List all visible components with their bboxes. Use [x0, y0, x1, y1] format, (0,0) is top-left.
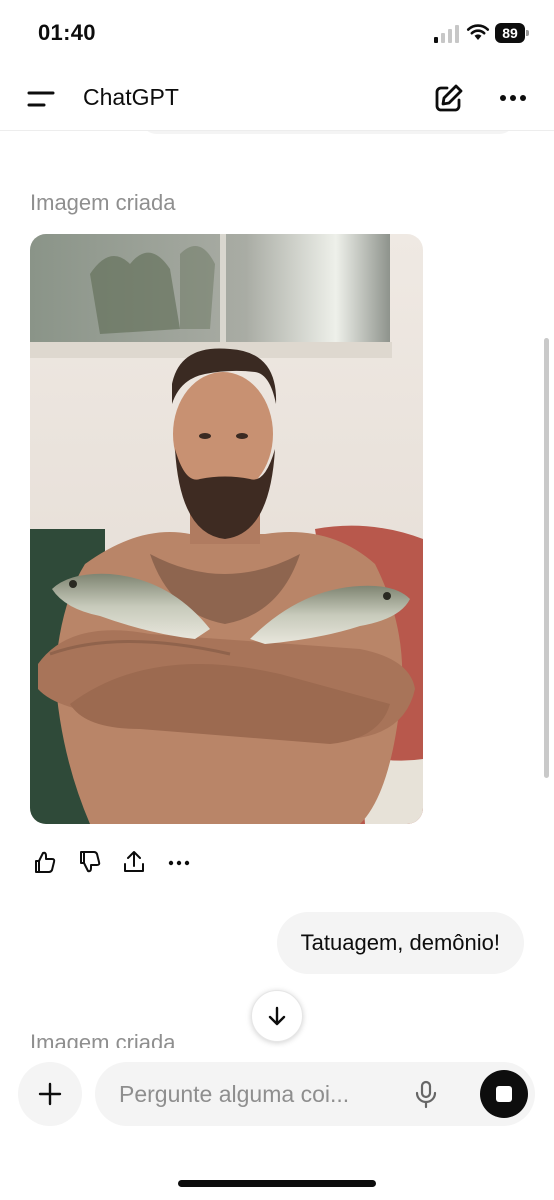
stop-icon	[496, 1086, 512, 1102]
thumbs-down-icon[interactable]	[75, 848, 103, 876]
cellular-signal-icon	[434, 25, 460, 43]
arrow-down-icon	[268, 1006, 286, 1026]
app-header: ChatGPT	[0, 68, 554, 131]
microphone-icon[interactable]	[410, 1078, 442, 1110]
image-created-label: Imagem criada	[30, 190, 176, 215]
stop-generating-button[interactable]	[480, 1070, 528, 1118]
more-options-icon[interactable]	[494, 80, 532, 116]
message-input[interactable]: Pergunte alguma coi...	[95, 1062, 535, 1126]
attach-button[interactable]	[18, 1062, 82, 1126]
chat-thread[interactable]: Imagem criada Tatuagem, demônio! Imagem …	[0, 130, 554, 1048]
new-chat-icon[interactable]	[430, 80, 466, 116]
generated-image[interactable]	[30, 234, 423, 824]
more-icon[interactable]	[165, 848, 193, 876]
scroll-to-bottom-button[interactable]	[251, 990, 303, 1042]
menu-icon[interactable]	[22, 82, 62, 116]
wifi-icon	[466, 24, 490, 40]
user-message-bubble: Tatuagem, demônio!	[276, 912, 524, 974]
composer: Pergunte alguma coi...	[0, 1048, 554, 1200]
image-created-label: Imagem criada	[30, 1030, 176, 1048]
scrollbar[interactable]	[544, 338, 549, 778]
battery-icon: 89	[495, 23, 529, 43]
share-icon[interactable]	[120, 848, 148, 876]
input-placeholder: Pergunte alguma coi...	[119, 1081, 350, 1107]
home-indicator	[178, 1180, 376, 1187]
app-title: ChatGPT	[83, 84, 179, 110]
status-time: 01:40	[38, 20, 96, 45]
thumbs-up-icon[interactable]	[30, 848, 58, 876]
battery-level: 89	[495, 23, 525, 43]
plus-icon	[38, 1082, 62, 1106]
status-bar: 01:40 89	[0, 0, 554, 68]
